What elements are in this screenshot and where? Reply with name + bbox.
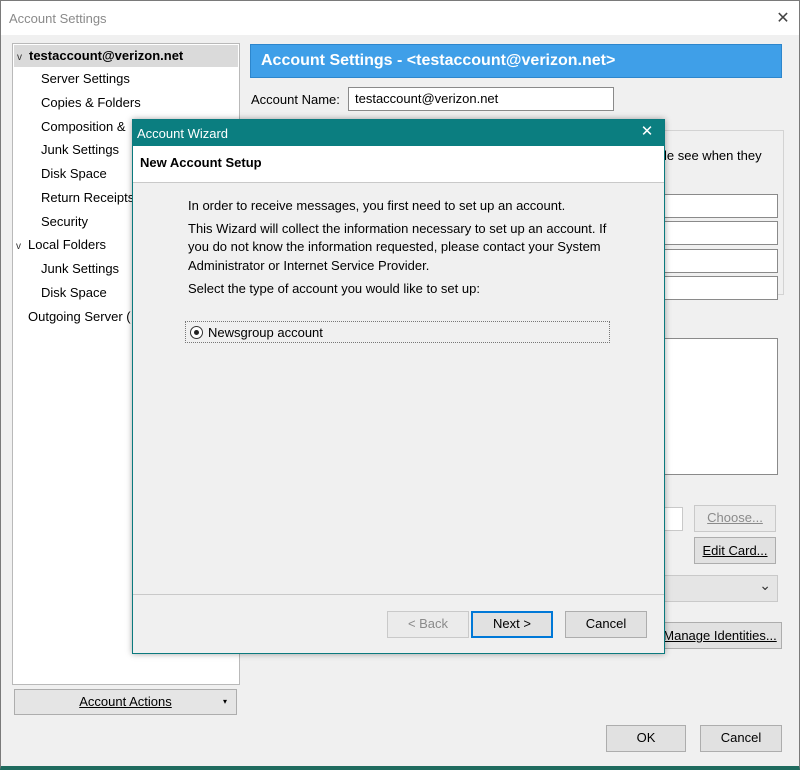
newsgroup-account-label: Newsgroup account <box>208 325 323 340</box>
field-reply-to[interactable] <box>655 249 778 273</box>
wizard-info-line-2: you do not know the information requeste… <box>188 239 601 254</box>
field-your-name[interactable] <box>655 194 778 218</box>
tree-item-return-receipts[interactable]: Return Receipts <box>41 187 134 209</box>
chevron-down-icon: ⌄ <box>759 577 771 593</box>
partial-description: le see when they <box>664 148 762 163</box>
cancel-button[interactable]: Cancel <box>700 725 782 752</box>
tree-item-disk-space[interactable]: Disk Space <box>41 163 107 185</box>
chevron-down-icon[interactable]: v <box>17 47 29 69</box>
manage-identities-button[interactable]: Manage Identities... <box>658 622 782 649</box>
tree-item-composition[interactable]: Composition & <box>41 116 126 138</box>
next-button[interactable]: Next > <box>471 611 553 638</box>
wizard-intro: In order to receive messages, you first … <box>188 198 566 213</box>
title-bar: Account Settings ✕ <box>1 1 799 35</box>
account-name-input[interactable]: testaccount@verizon.net <box>348 87 614 111</box>
chevron-down-icon[interactable]: v <box>16 236 28 258</box>
tree-item-server-settings[interactable]: Server Settings <box>41 68 130 90</box>
wizard-divider <box>133 594 664 595</box>
tree-item-account[interactable]: v testaccount@verizon.net <box>14 45 238 67</box>
tree-item-junk-settings[interactable]: Junk Settings <box>41 139 119 161</box>
tree-item-copies-folders[interactable]: Copies & Folders <box>41 92 141 114</box>
wizard-info-line-1: This Wizard will collect the information… <box>188 221 607 236</box>
close-icon[interactable]: ✕ <box>637 122 657 142</box>
tree-item-local-junk-settings[interactable]: Junk Settings <box>41 258 119 280</box>
choose-button[interactable]: Choose... <box>694 505 776 532</box>
radio-selected-icon[interactable] <box>190 326 203 339</box>
back-button[interactable]: < Back <box>387 611 469 638</box>
tree-item-outgoing-server[interactable]: Outgoing Server ( <box>28 306 131 328</box>
field-email[interactable] <box>655 221 778 245</box>
edit-card-button[interactable]: Edit Card... <box>694 537 776 564</box>
tree-item-local-folders[interactable]: v Local Folders <box>16 234 106 256</box>
account-name-label: Account Name: <box>251 92 340 107</box>
wizard-title-bar: Account Wizard ✕ <box>133 120 664 146</box>
wizard-title: Account Wizard <box>137 126 229 141</box>
smtp-server-select[interactable]: ⌄ <box>655 575 778 602</box>
tree-item-local-disk-space[interactable]: Disk Space <box>41 282 107 304</box>
tree-item-security[interactable]: Security <box>41 211 88 233</box>
wizard-cancel-button[interactable]: Cancel <box>565 611 647 638</box>
dropdown-arrow-icon: ▾ <box>222 697 227 706</box>
account-actions-button[interactable]: Account Actions ▾ <box>14 689 237 715</box>
account-wizard-dialog: Account Wizard ✕ New Account Setup In or… <box>132 119 665 654</box>
wizard-info-line-3: Administrator or Internet Service Provid… <box>188 258 430 273</box>
newsgroup-account-option[interactable]: Newsgroup account <box>185 321 610 343</box>
wizard-header-title: New Account Setup <box>140 155 262 170</box>
signature-textarea[interactable] <box>655 338 778 475</box>
close-icon[interactable]: ✕ <box>773 9 793 29</box>
wizard-select-prompt: Select the type of account you would lik… <box>188 281 480 296</box>
settings-banner: Account Settings - <testaccount@verizon.… <box>250 44 782 78</box>
wizard-header: New Account Setup <box>133 146 664 183</box>
field-organization[interactable] <box>655 276 778 300</box>
ok-button[interactable]: OK <box>606 725 686 752</box>
window-title: Account Settings <box>9 11 107 26</box>
